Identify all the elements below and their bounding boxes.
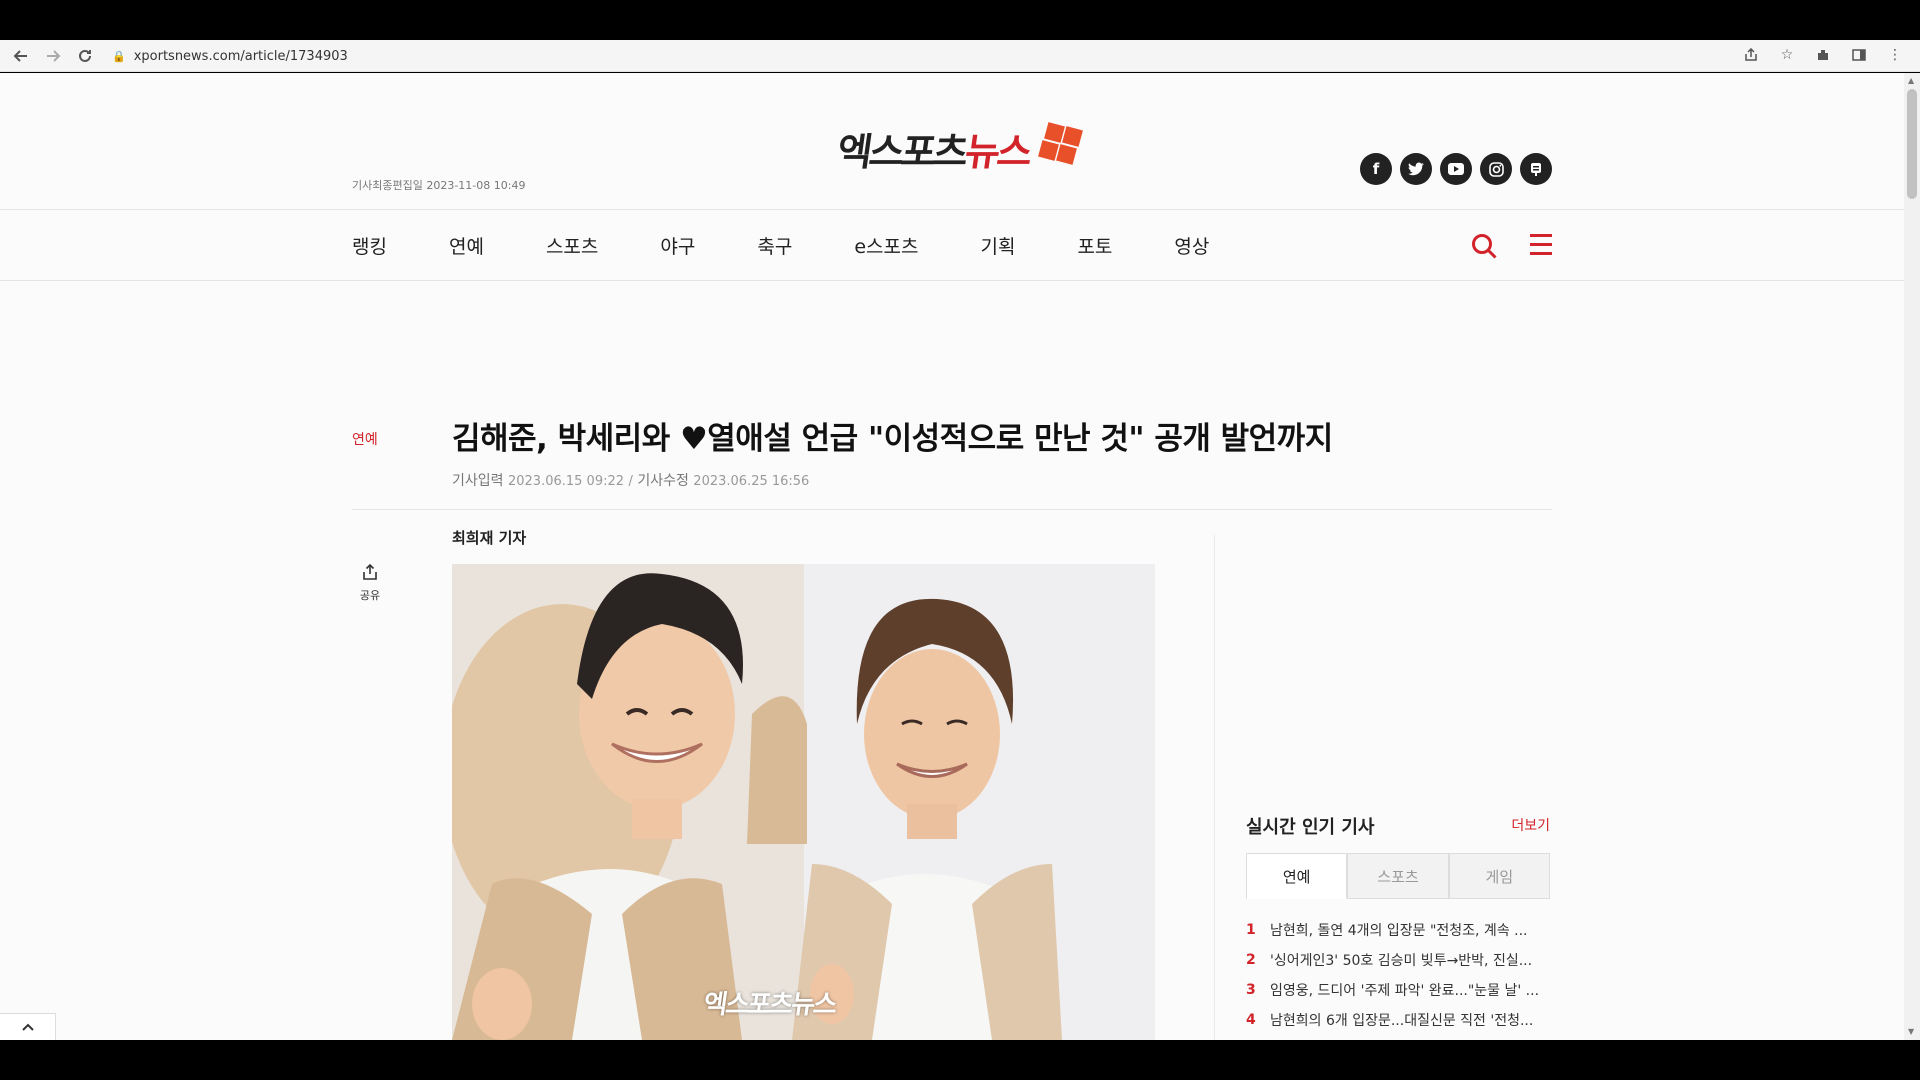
popular-title: 실시간 인기 기사 [1246,817,1375,838]
input-label: 기사입력 [452,473,504,489]
youtube-icon[interactable] [1440,153,1472,185]
browser-actions: ☆ ⋮ [1740,44,1906,66]
article-title: 김해준, 박세리와 ♥열애설 언급 "이성적으로 만난 것" 공개 발언까지 [452,421,1333,457]
facebook-icon[interactable]: f [1360,153,1392,185]
input-date: 2023.06.15 09:22 [507,474,625,489]
photo-illustration [452,564,1155,1040]
menu-item-photo[interactable]: 포토 [1077,232,1112,259]
twitter-icon[interactable] [1400,153,1432,185]
menu-item-feature[interactable]: 기획 [980,232,1015,259]
menu-item-esports[interactable]: e스포츠 [854,232,918,259]
list-item[interactable]: 1 남현희, 돌연 4개의 입장문 "전청조, 계속 ... [1246,915,1550,945]
address-bar[interactable]: 🔒 xportsnews.com/article/1734903 [112,45,1692,67]
photo-watermark: 엑스포츠뉴스 [701,990,838,1020]
site-logo[interactable]: 엑스포츠뉴스 [834,121,1083,176]
reload-icon[interactable] [74,45,96,67]
list-item-title[interactable]: 남현희, 돌연 4개의 입장문 "전청조, 계속 ... [1270,920,1528,940]
screen-bottom-bar [0,1040,1920,1080]
menu-item-entertainment[interactable]: 연예 [449,232,484,259]
browser-toolbar: 🔒 xportsnews.com/article/1734903 ☆ ⋮ [0,40,1920,72]
article-category[interactable]: 연예 [352,429,378,449]
scroll-up-arrow-icon[interactable]: ▲ [1908,77,1916,85]
last-edit-date: 기사최종편집일 2023-11-08 10:49 [352,179,526,192]
star-icon[interactable]: ☆ [1776,44,1798,66]
popular-list: 1 남현희, 돌연 4개의 입장문 "전청조, 계속 ... 2 '싱어게인3' 5… [1246,915,1550,1035]
main-menu: 랭킹 연예 스포츠 야구 축구 e스포츠 기획 포토 영상 [0,209,1904,281]
modified-date: 2023.06.25 16:56 [693,474,810,489]
tab-entertainment[interactable]: 연예 [1246,853,1348,899]
rank-number: 1 [1246,922,1256,938]
menu-item-video[interactable]: 영상 [1174,232,1209,259]
menu-item-soccer[interactable]: 축구 [757,232,792,259]
share-button[interactable]: 공유 [352,563,388,603]
article-photo[interactable]: 엑스포츠뉴스 [452,564,1155,1040]
share-label: 공유 [359,589,381,602]
logo-text-red: 뉴스 [962,130,1033,174]
menu-item-sports[interactable]: 스포츠 [546,232,598,259]
hamburger-menu-icon[interactable] [1530,234,1552,256]
list-item[interactable]: 4 남현희의 6개 입장문...대질신문 직전 '전청... [1246,1005,1550,1035]
social-links: f [1360,153,1552,185]
post-icon[interactable] [1520,153,1552,185]
rank-number: 3 [1246,982,1256,998]
sidepanel-icon[interactable] [1848,44,1870,66]
list-item[interactable]: 2 '싱어게인3' 50호 김승미 빚투→반박, 진실... [1246,945,1550,975]
article-dates: 기사입력 2023.06.15 09:22 / 기사수정 2023.06.25 … [452,470,809,490]
popular-articles: 실시간 인기 기사 더보기 연예 스포츠 게임 1 남현희, 돌연 4개의 입장문… [1246,813,1550,1029]
logo-text-black: 엑스포츠 [834,130,969,174]
back-icon[interactable] [10,45,32,67]
menu-item-ranking[interactable]: 랭킹 [352,232,387,259]
logo-squares-icon [1034,122,1083,166]
extension-icon[interactable] [1812,44,1834,66]
kebab-menu-icon[interactable]: ⋮ [1884,44,1906,66]
site-header: 기사최종편집일 2023-11-08 10:49 엑스포츠뉴스 f [0,73,1904,209]
menu-items: 랭킹 연예 스포츠 야구 축구 e스포츠 기획 포토 영상 [352,232,1271,259]
menu-item-baseball[interactable]: 야구 [660,232,695,259]
forward-icon[interactable] [42,45,64,67]
rank-number: 2 [1246,952,1256,968]
popular-more-link[interactable]: 더보기 [1511,815,1550,835]
search-icon[interactable] [1470,232,1500,262]
reporter-name[interactable]: 최희재 기자 [452,527,526,548]
lock-icon[interactable]: 🔒 [112,50,126,63]
url-text[interactable]: xportsnews.com/article/1734903 [134,49,348,64]
list-item-title[interactable]: 임영웅, 드디어 '주제 파악' 완료..."눈물 날' ... [1270,980,1539,1000]
tab-sports[interactable]: 스포츠 [1347,853,1449,899]
date-separator: / [628,474,633,489]
screen-top-bar [0,0,1920,40]
scroll-to-top-button[interactable] [0,1013,56,1040]
share-upload-icon [352,563,388,585]
title-divider [352,509,1552,510]
list-item-title[interactable]: 남현희의 6개 입장문...대질신문 직전 '전청... [1270,1010,1533,1030]
logo-wordmark: 엑스포츠뉴스 [834,121,1033,176]
rank-number: 4 [1246,1012,1256,1028]
scrollbar-thumb[interactable] [1907,89,1917,199]
list-item[interactable]: 3 임영웅, 드디어 '주제 파악' 완료..."눈물 날' ... [1246,975,1550,1005]
scroll-down-arrow-icon[interactable]: ▼ [1908,1028,1916,1036]
modified-label: 기사수정 [637,473,689,489]
share-icon[interactable] [1740,44,1762,66]
tab-game[interactable]: 게임 [1448,853,1550,899]
page-viewport: 기사최종편집일 2023-11-08 10:49 엑스포츠뉴스 f 랭킹 연예 … [0,73,1904,1040]
sidebar-divider [1214,535,1215,1040]
chevron-up-icon [21,1023,34,1031]
list-item-title[interactable]: '싱어게인3' 50호 김승미 빚투→반박, 진실... [1270,950,1532,970]
popular-tabs: 연예 스포츠 게임 [1246,853,1550,899]
vertical-scrollbar[interactable]: ▲ ▼ [1904,73,1920,1040]
instagram-icon[interactable] [1480,153,1512,185]
